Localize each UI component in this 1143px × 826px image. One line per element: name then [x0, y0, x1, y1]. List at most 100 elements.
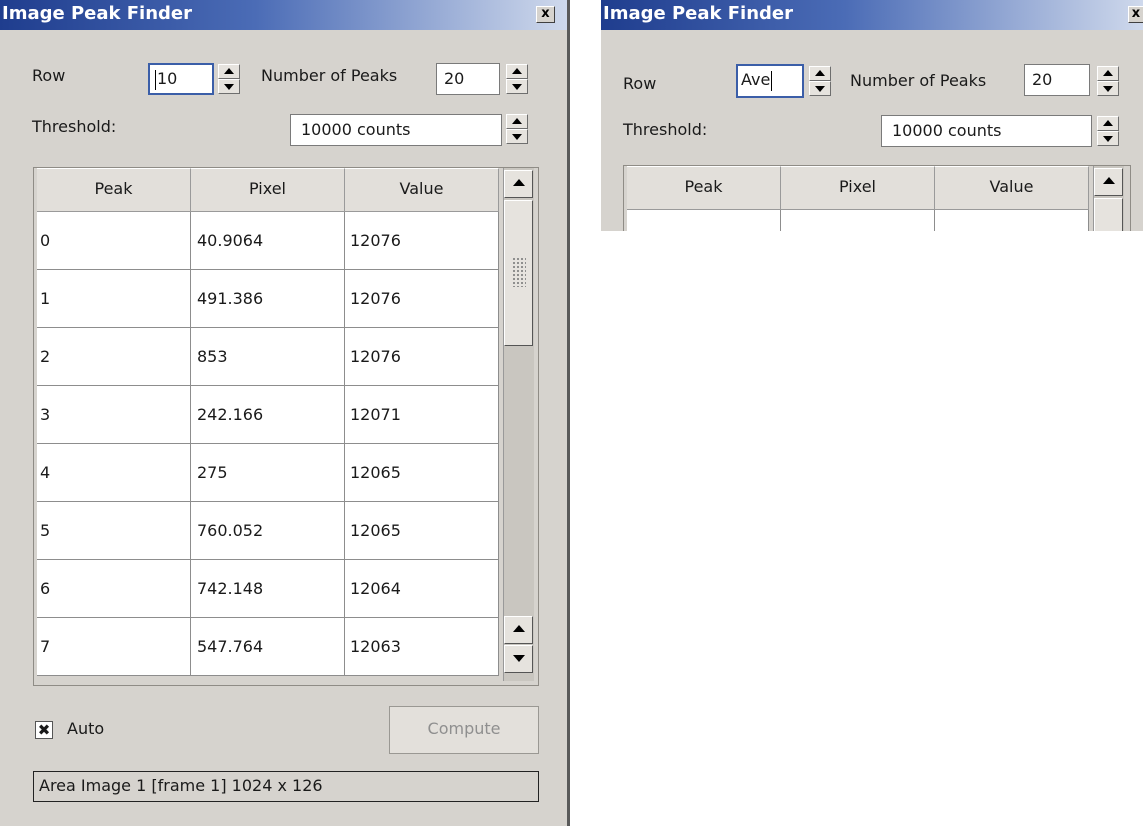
column-header-value[interactable]: Value: [345, 168, 499, 212]
window-divider: [567, 0, 570, 826]
num-peaks-label: Number of Peaks: [261, 66, 398, 85]
threshold-spin-down-button[interactable]: [506, 129, 528, 144]
cell-value[interactable]: 12076: [345, 212, 499, 270]
cell-value[interactable]: 12064: [345, 560, 499, 618]
arrow-down-icon: [512, 84, 522, 90]
row-input[interactable]: Ave: [736, 64, 804, 98]
scroll-down-button[interactable]: [504, 645, 533, 673]
column-header-pixel[interactable]: Pixel: [191, 168, 345, 212]
close-button[interactable]: x: [536, 6, 555, 23]
row-input[interactable]: 10: [148, 63, 214, 95]
cell-peak[interactable]: 1: [37, 270, 191, 328]
num-peaks-spin-down-button[interactable]: [506, 79, 528, 94]
scroll-up-button[interactable]: [504, 170, 533, 198]
cell-peak[interactable]: 7: [37, 618, 191, 676]
cell-peak[interactable]: [627, 210, 781, 231]
row-label: Row: [623, 74, 657, 93]
row-label: Row: [32, 66, 66, 85]
scroll-up-button[interactable]: [1094, 168, 1123, 196]
threshold-spinner[interactable]: [1097, 116, 1119, 146]
num-peaks-spinner[interactable]: [506, 64, 528, 94]
cell-pixel[interactable]: [781, 210, 935, 231]
title-bar[interactable]: Image Peak Finder x: [0, 0, 567, 30]
cell-pixel[interactable]: 853: [191, 328, 345, 386]
text-caret: [155, 69, 156, 90]
cell-value[interactable]: 12071: [345, 386, 499, 444]
arrow-down-icon: [815, 86, 825, 92]
arrow-down-icon: [512, 134, 522, 140]
threshold-spinner[interactable]: [506, 114, 528, 144]
text-caret: [771, 70, 773, 91]
cell-pixel[interactable]: 242.166: [191, 386, 345, 444]
num-peaks-input[interactable]: 20: [1024, 64, 1090, 96]
compute-button[interactable]: Compute: [389, 706, 539, 754]
cell-value[interactable]: 12063: [345, 618, 499, 676]
row-spin-up-button[interactable]: [218, 64, 240, 79]
title-bar[interactable]: Image Peak Finder x: [601, 0, 1143, 30]
arrow-up-icon: [512, 68, 522, 74]
threshold-label: Threshold:: [32, 117, 117, 136]
row-input-value: Ave: [741, 70, 771, 89]
arrow-up-icon: [513, 179, 525, 186]
row-spin-down-button[interactable]: [809, 81, 831, 96]
window-title: Image Peak Finder: [2, 3, 192, 24]
num-peaks-spinner[interactable]: [1097, 66, 1119, 96]
num-peaks-spin-up-button[interactable]: [1097, 66, 1119, 81]
column-header-peak[interactable]: Peak: [37, 168, 191, 212]
cell-peak[interactable]: 3: [37, 386, 191, 444]
scroll-up-button-lower[interactable]: [504, 616, 533, 644]
scroll-thumb[interactable]: [504, 200, 533, 346]
cell-pixel[interactable]: 547.764: [191, 618, 345, 676]
cell-peak[interactable]: 6: [37, 560, 191, 618]
cell-value[interactable]: 12076: [345, 328, 499, 386]
cell-value[interactable]: 12065: [345, 444, 499, 502]
arrow-up-icon: [513, 625, 525, 632]
arrow-down-icon: [1103, 86, 1113, 92]
num-peaks-input[interactable]: 20: [436, 63, 500, 95]
column-header-value[interactable]: Value: [935, 166, 1089, 210]
column-header-peak[interactable]: Peak: [627, 166, 781, 210]
num-peaks-spin-down-button[interactable]: [1097, 81, 1119, 96]
peaks-table: Peak Pixel Value 0 40.9064 12076 1 491.3…: [33, 167, 539, 686]
cell-pixel[interactable]: 275: [191, 444, 345, 502]
cell-pixel[interactable]: 40.9064: [191, 212, 345, 270]
threshold-spin-down-button[interactable]: [1097, 131, 1119, 146]
cell-value[interactable]: 12076: [345, 270, 499, 328]
arrow-up-icon: [1103, 177, 1115, 184]
table-vertical-scrollbar[interactable]: [1093, 166, 1124, 231]
row-spinner[interactable]: [218, 64, 240, 94]
arrow-down-icon: [224, 84, 234, 90]
column-header-pixel[interactable]: Pixel: [781, 166, 935, 210]
peak-finder-window: Image Peak Finder x Row 10 Number of Pea…: [0, 0, 567, 826]
cell-peak[interactable]: 0: [37, 212, 191, 270]
cell-value[interactable]: 12065: [345, 502, 499, 560]
threshold-input[interactable]: 10000 counts: [290, 114, 502, 146]
row-input-value: 10: [157, 69, 178, 88]
grip-icon: [512, 257, 526, 287]
arrow-up-icon: [1103, 120, 1113, 126]
auto-checkbox[interactable]: ✖: [35, 721, 53, 739]
cell-pixel[interactable]: 491.386: [191, 270, 345, 328]
cell-value[interactable]: [935, 210, 1089, 231]
scroll-thumb[interactable]: [1094, 198, 1123, 231]
cell-pixel[interactable]: 742.148: [191, 560, 345, 618]
cell-peak[interactable]: 5: [37, 502, 191, 560]
threshold-spin-up-button[interactable]: [1097, 116, 1119, 131]
threshold-spin-up-button[interactable]: [506, 114, 528, 129]
auto-label: Auto: [67, 719, 105, 738]
cell-peak[interactable]: 4: [37, 444, 191, 502]
peaks-table: Peak Pixel Value: [623, 165, 1131, 231]
table-vertical-scrollbar[interactable]: [503, 168, 534, 681]
arrow-down-icon: [513, 655, 525, 662]
num-peaks-label: Number of Peaks: [850, 71, 987, 90]
num-peaks-spin-up-button[interactable]: [506, 64, 528, 79]
close-button[interactable]: x: [1128, 6, 1143, 23]
checkmark-icon: ✖: [37, 721, 51, 739]
cell-peak[interactable]: 2: [37, 328, 191, 386]
threshold-input[interactable]: 10000 counts: [881, 115, 1092, 147]
cell-pixel[interactable]: 760.052: [191, 502, 345, 560]
row-spin-down-button[interactable]: [218, 79, 240, 94]
arrow-down-icon: [1103, 136, 1113, 142]
row-spinner[interactable]: [809, 66, 831, 96]
row-spin-up-button[interactable]: [809, 66, 831, 81]
